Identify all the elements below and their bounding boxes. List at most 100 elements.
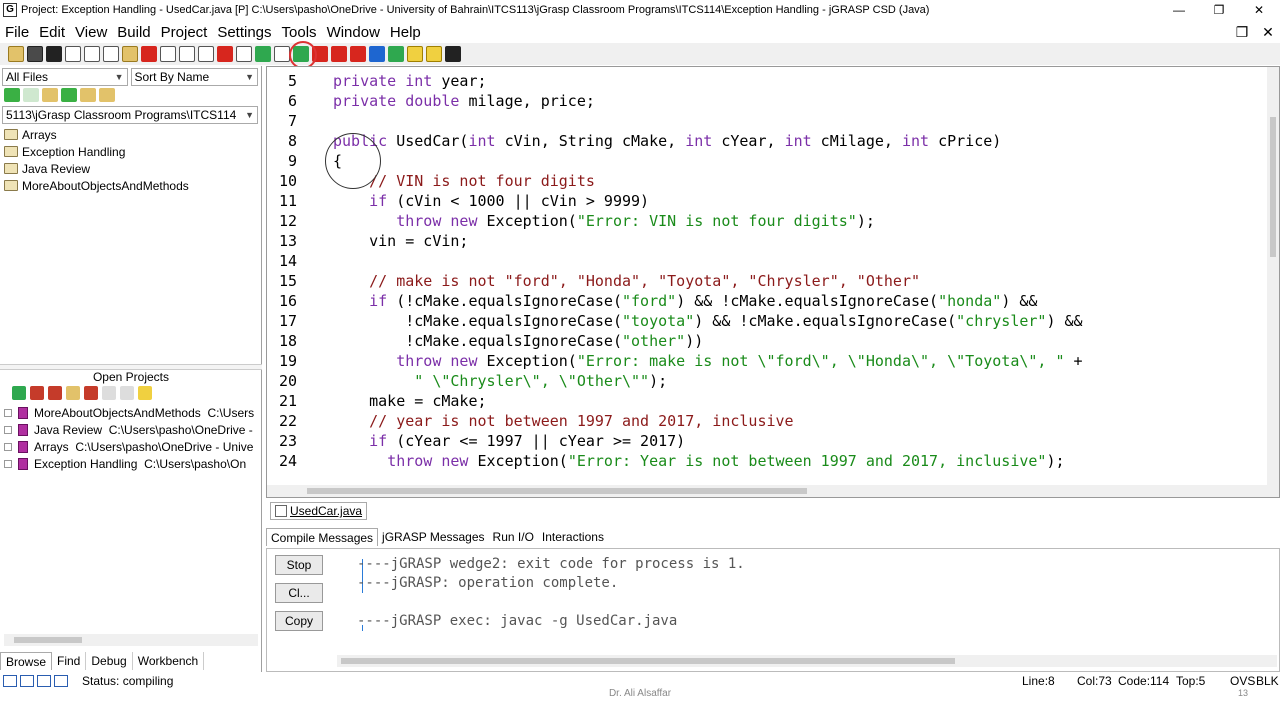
file-tab-usedcar[interactable]: UsedCar.java (270, 502, 368, 520)
code-line[interactable]: throw new Exception("Error: VIN is not f… (333, 211, 1263, 231)
tab-compile-messages[interactable]: Compile Messages (266, 528, 379, 546)
forward-arrow-icon[interactable] (23, 88, 39, 102)
minimize-button[interactable]: — (1160, 0, 1198, 20)
code-line[interactable] (333, 111, 1263, 131)
open-file-icon[interactable] (8, 46, 24, 62)
expand-icon[interactable] (4, 459, 12, 468)
folder-icon[interactable] (66, 386, 80, 400)
stop-icon[interactable] (84, 386, 98, 400)
code-line[interactable]: !cMake.equalsIgnoreCase("toyota") && !cM… (333, 311, 1263, 331)
code-editor[interactable]: 5 6 7 8 9 10 11 12 13 14 15 16 17 18 19 20 21 22 23 24 priv… (266, 66, 1280, 498)
menu-tools[interactable]: Tools (277, 24, 322, 41)
code-line[interactable]: throw new Exception("Error: Year is not … (333, 451, 1263, 471)
back-arrow-icon[interactable] (4, 88, 20, 102)
debug-bug-icon[interactable] (48, 386, 62, 400)
menu-help[interactable]: Help (385, 24, 426, 41)
check-icon[interactable] (407, 46, 423, 62)
menu-file[interactable]: File (0, 24, 34, 41)
close-button[interactable]: ✕ (1240, 0, 1278, 20)
code-line[interactable]: if (cYear <= 1997 || cYear >= 2017) (333, 431, 1263, 451)
window-icon[interactable] (37, 675, 51, 687)
cut-icon[interactable] (84, 46, 100, 62)
code-line[interactable]: // year is not between 1997 and 2017, in… (333, 411, 1263, 431)
cmd-icon[interactable] (445, 46, 461, 62)
paste-icon[interactable] (122, 46, 138, 62)
blank-doc-icon[interactable] (198, 46, 214, 62)
home-folder-icon[interactable] (80, 88, 96, 102)
copy-button[interactable]: Copy (275, 611, 323, 631)
copy-icon[interactable] (103, 46, 119, 62)
tab-debug[interactable]: Debug (86, 652, 133, 670)
project-item[interactable]: MoreAboutObjectsAndMethods C:\Users (4, 404, 258, 421)
new-folder-icon[interactable] (99, 88, 115, 102)
save-icon[interactable] (27, 46, 43, 62)
project-item[interactable]: Exception Handling C:\Users\pasho\On (4, 455, 258, 472)
sort-combo[interactable]: Sort By Name ▼ (130, 68, 258, 86)
refresh-icon[interactable] (61, 88, 77, 102)
expand-icon[interactable] (4, 408, 12, 417)
menu-window[interactable]: Window (322, 24, 385, 41)
folder-item[interactable]: Java Review (4, 160, 258, 177)
path-combo[interactable]: 5113\jGrasp Classroom Programs\ITCS114 ▼ (2, 106, 258, 124)
new-file-icon[interactable] (160, 46, 176, 62)
mdi-restore-button[interactable]: ❐ (1230, 21, 1254, 43)
up-folder-icon[interactable] (42, 88, 58, 102)
document-icon[interactable] (236, 46, 252, 62)
folder-item[interactable]: Arrays (4, 126, 258, 143)
code-line[interactable]: private double milage, price; (333, 91, 1263, 111)
project-item[interactable]: Java Review C:\Users\pasho\OneDrive - (4, 421, 258, 438)
menu-build[interactable]: Build (112, 24, 155, 41)
code-line[interactable] (333, 251, 1263, 271)
editor-vertical-scrollbar[interactable] (1267, 67, 1279, 487)
uml-icon[interactable] (369, 46, 385, 62)
menu-project[interactable]: Project (156, 24, 213, 41)
code-line[interactable]: " \"Chrysler\", \"Other\""); (333, 371, 1263, 391)
expand-icon[interactable] (4, 442, 12, 451)
window-icon[interactable] (3, 675, 17, 687)
viewer-icon[interactable] (388, 46, 404, 62)
mail-icon[interactable] (426, 46, 442, 62)
tab-jgrasp-messages[interactable]: jGRASP Messages (378, 528, 489, 546)
undo-icon[interactable] (141, 46, 157, 62)
code-line[interactable]: throw new Exception("Error: make is not … (333, 351, 1263, 371)
file-filter-combo[interactable]: All Files ▼ (2, 68, 128, 86)
messages-scrollbar[interactable] (337, 655, 1277, 667)
code-line[interactable]: make = cMake; (333, 391, 1263, 411)
project-item[interactable]: Arrays C:\Users\pasho\OneDrive - Unive (4, 438, 258, 455)
menu-settings[interactable]: Settings (212, 24, 276, 41)
debug-bug-icon[interactable] (331, 46, 347, 62)
breakpoint-icon[interactable] (217, 46, 233, 62)
window-icon[interactable] (54, 675, 68, 687)
tab-workbench[interactable]: Workbench (133, 652, 205, 670)
menu-edit[interactable]: Edit (34, 24, 70, 41)
add-icon[interactable] (12, 386, 26, 400)
expand-icon[interactable] (4, 425, 12, 434)
new-doc-icon[interactable] (179, 46, 195, 62)
book-icon[interactable] (102, 386, 116, 400)
print-icon[interactable] (65, 46, 81, 62)
mdi-close-button[interactable]: ✕ (1256, 21, 1280, 43)
menu-view[interactable]: View (70, 24, 112, 41)
tab-run-io[interactable]: Run I/O (489, 528, 538, 546)
run-icon[interactable] (30, 386, 44, 400)
folder-item[interactable]: Exception Handling (4, 143, 258, 160)
window-icon[interactable] (20, 675, 34, 687)
maximize-button[interactable]: ❐ (1200, 0, 1238, 20)
code-line[interactable]: public UsedCar(int cVin, String cMake, i… (333, 131, 1263, 151)
check-icon[interactable] (138, 386, 152, 400)
code-line[interactable]: vin = cVin; (333, 231, 1263, 251)
csd-icon[interactable] (255, 46, 271, 62)
code-area[interactable]: private int year; private double milage, … (333, 71, 1263, 471)
code-line[interactable]: !cMake.equalsIgnoreCase("other")) (333, 331, 1263, 351)
code-line[interactable]: { (333, 151, 1263, 171)
tab-browse[interactable]: Browse (0, 652, 53, 670)
tab-find[interactable]: Find (52, 652, 87, 670)
tab-interactions[interactable]: Interactions (538, 528, 608, 546)
code-line[interactable]: // make is not "ford", "Honda", "Toyota"… (333, 271, 1263, 291)
code-line[interactable]: private int year; (333, 71, 1263, 91)
code-line[interactable]: if (!cMake.equalsIgnoreCase("ford") && !… (333, 291, 1263, 311)
stop-icon[interactable] (350, 46, 366, 62)
stop-button[interactable]: Stop (275, 555, 323, 575)
editor-horizontal-scrollbar[interactable] (267, 485, 1279, 497)
code-line[interactable]: if (cVin < 1000 || cVin > 9999) (333, 191, 1263, 211)
